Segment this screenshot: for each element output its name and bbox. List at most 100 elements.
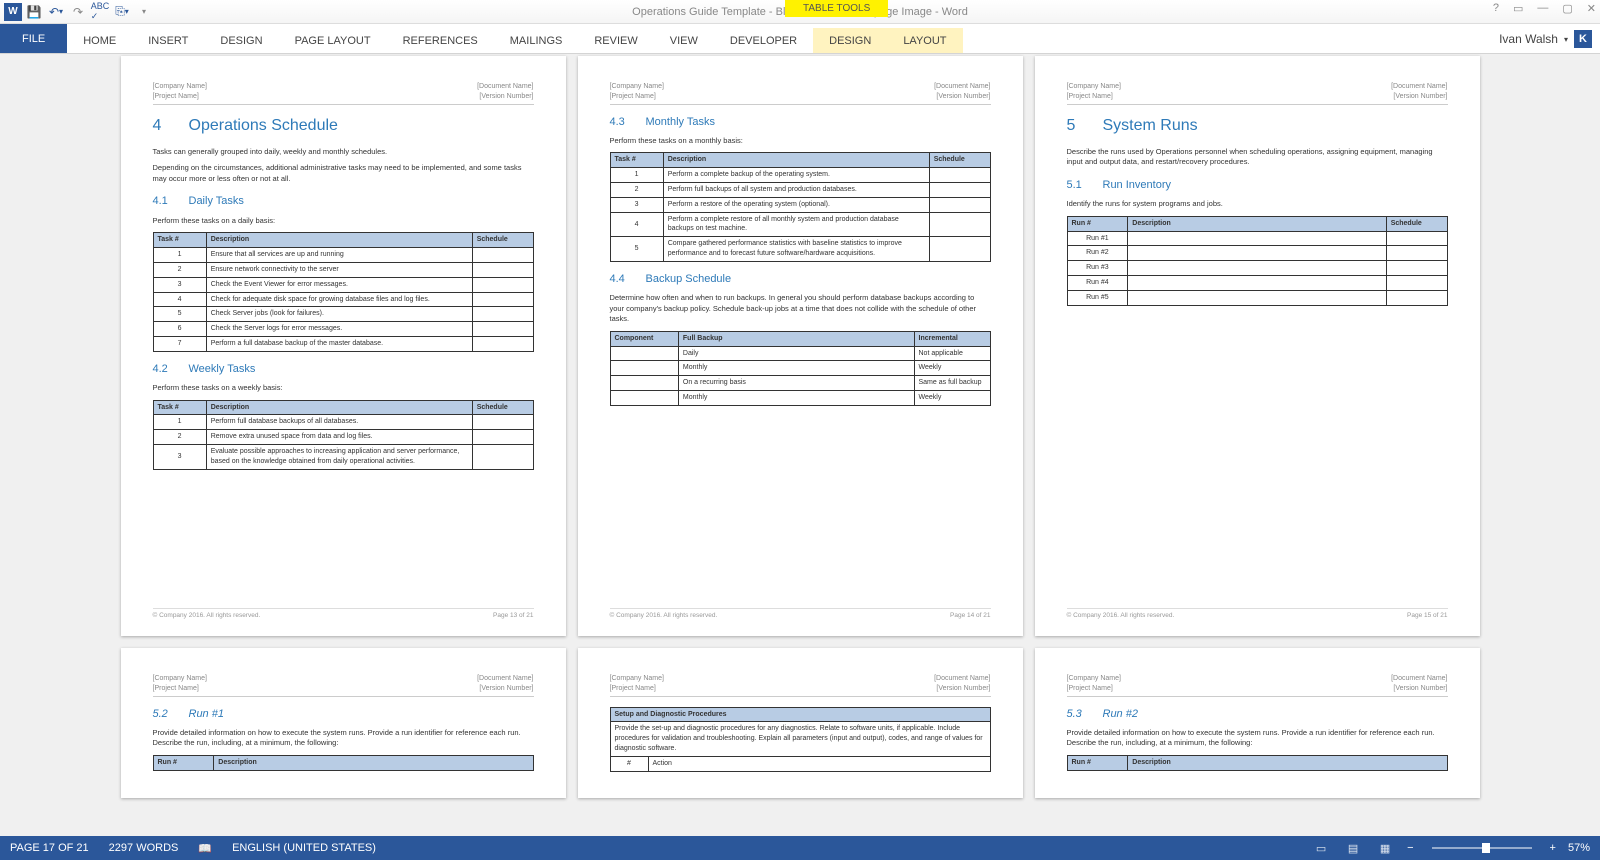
- monthly-tasks-table: Task #DescriptionSchedule 1Perform a com…: [610, 152, 991, 261]
- spellcheck-icon[interactable]: ABC✓: [90, 2, 110, 22]
- zoom-out-icon[interactable]: −: [1407, 842, 1413, 854]
- hdr-doc: [Document Name]: [1391, 83, 1447, 90]
- status-language[interactable]: ENGLISH (UNITED STATES): [232, 842, 376, 854]
- h2-text: Weekly Tasks: [189, 363, 256, 375]
- hdr-project: [Project Name]: [610, 685, 656, 692]
- td: Weekly: [914, 361, 990, 376]
- redo-icon[interactable]: ↷: [68, 2, 88, 22]
- para: Identify the runs for system programs an…: [1067, 199, 1448, 210]
- hdr-company: [Company Name]: [610, 83, 664, 90]
- tab-developer[interactable]: DEVELOPER: [714, 28, 813, 53]
- proofing-icon[interactable]: 📖: [198, 842, 212, 855]
- run2-table: Run #Description: [1067, 755, 1448, 771]
- user-avatar[interactable]: K: [1574, 30, 1592, 48]
- tab-pagelayout[interactable]: PAGE LAYOUT: [279, 28, 387, 53]
- td: Action: [648, 756, 990, 771]
- td: Perform full database backups of all dat…: [206, 415, 472, 430]
- qat-customize-icon[interactable]: ▾: [134, 2, 154, 22]
- td: Run #4: [1067, 276, 1128, 291]
- td: 4: [610, 212, 663, 237]
- read-mode-icon[interactable]: ▭: [1311, 840, 1331, 856]
- para: Perform these tasks on a weekly basis:: [153, 383, 534, 394]
- help-icon[interactable]: ?: [1493, 2, 1499, 15]
- td: 1: [153, 415, 206, 430]
- hdr-project: [Project Name]: [610, 93, 656, 100]
- para: Perform these tasks on a daily basis:: [153, 216, 534, 227]
- ftr-page: Page 15 of 21: [1407, 611, 1447, 620]
- td: 6: [153, 322, 206, 337]
- restore-icon[interactable]: ▢: [1562, 2, 1572, 15]
- tab-file[interactable]: FILE: [0, 24, 67, 53]
- undo-icon[interactable]: ↶: [46, 2, 66, 22]
- tab-table-layout[interactable]: LAYOUT: [887, 28, 962, 53]
- td: Monthly: [678, 390, 914, 405]
- th: Task #: [153, 400, 206, 415]
- th: Schedule: [1386, 216, 1447, 231]
- ftr-copy: © Company 2016. All rights reserved.: [153, 611, 261, 620]
- print-layout-icon[interactable]: ▤: [1343, 840, 1363, 856]
- document-canvas[interactable]: [Company Name] [Project Name] [Document N…: [0, 54, 1600, 836]
- status-page[interactable]: PAGE 17 OF 21: [10, 842, 89, 854]
- run1-table: Run #Description: [153, 755, 534, 771]
- user-dropdown-icon[interactable]: ▾: [1564, 35, 1568, 44]
- tab-home[interactable]: HOME: [67, 28, 132, 53]
- tab-mailings[interactable]: MAILINGS: [494, 28, 579, 53]
- tab-design[interactable]: DESIGN: [204, 28, 278, 53]
- h2-text: Run #1: [189, 708, 224, 720]
- zoom-level[interactable]: 57%: [1568, 842, 1590, 854]
- td: Weekly: [914, 390, 990, 405]
- th: Task #: [610, 153, 663, 168]
- daily-tasks-table: Task #DescriptionSchedule 1Ensure that a…: [153, 232, 534, 351]
- status-words[interactable]: 2297 WORDS: [109, 842, 179, 854]
- hdr-ver: [Version Number]: [479, 685, 533, 692]
- web-layout-icon[interactable]: ▦: [1375, 840, 1395, 856]
- ribbon-display-icon[interactable]: ▭: [1513, 2, 1523, 15]
- hdr-company: [Company Name]: [1067, 83, 1121, 90]
- qat-option-icon[interactable]: ⎘: [112, 2, 132, 22]
- h2-num: 5.1: [1067, 178, 1103, 193]
- th: Schedule: [472, 233, 533, 248]
- hdr-ver: [Version Number]: [1393, 93, 1447, 100]
- td: 2: [610, 183, 663, 198]
- tab-references[interactable]: REFERENCES: [387, 28, 494, 53]
- hdr-company: [Company Name]: [1067, 675, 1121, 682]
- hdr-ver: [Version Number]: [479, 93, 533, 100]
- h2-text: Run #2: [1103, 708, 1138, 720]
- th: Run #: [1067, 216, 1128, 231]
- td: Perform a restore of the operating syste…: [663, 197, 929, 212]
- minimize-icon[interactable]: —: [1537, 2, 1548, 15]
- hdr-doc: [Document Name]: [934, 83, 990, 90]
- contextual-tab-label: TABLE TOOLS: [785, 0, 888, 17]
- td: On a recurring basis: [678, 376, 914, 391]
- tab-review[interactable]: REVIEW: [578, 28, 653, 53]
- status-bar: PAGE 17 OF 21 2297 WORDS 📖 ENGLISH (UNIT…: [0, 836, 1600, 860]
- user-name[interactable]: Ivan Walsh: [1499, 32, 1558, 46]
- td: Check the Event Viewer for error message…: [206, 277, 472, 292]
- h2-text: Daily Tasks: [189, 195, 244, 207]
- h1-text: Operations Schedule: [189, 117, 338, 134]
- tab-table-design[interactable]: DESIGN: [813, 28, 887, 53]
- hdr-doc: [Document Name]: [934, 675, 990, 682]
- th: Component: [610, 331, 678, 346]
- h2-num: 4.3: [610, 115, 646, 130]
- tab-insert[interactable]: INSERT: [132, 28, 204, 53]
- th: Task #: [153, 233, 206, 248]
- h2-num: 4.1: [153, 194, 189, 209]
- zoom-in-icon[interactable]: +: [1550, 842, 1556, 854]
- close-icon[interactable]: ✕: [1587, 2, 1596, 15]
- th: Run #: [153, 755, 214, 770]
- diagnostic-table: Setup and Diagnostic Procedures Provide …: [610, 707, 991, 772]
- backup-schedule-table: ComponentFull BackupIncremental DailyNot…: [610, 331, 991, 406]
- page-16: [Company Name][Project Name] [Document N…: [121, 648, 566, 798]
- save-icon[interactable]: 💾: [24, 2, 44, 22]
- td: Remove extra unused space from data and …: [206, 430, 472, 445]
- tab-view[interactable]: VIEW: [654, 28, 714, 53]
- page-18: [Company Name][Project Name] [Document N…: [1035, 648, 1480, 798]
- h2-text: Backup Schedule: [646, 273, 732, 285]
- hdr-company: [Company Name]: [610, 675, 664, 682]
- para: Perform these tasks on a monthly basis:: [610, 136, 991, 147]
- td: Perform a complete backup of the operati…: [663, 168, 929, 183]
- page-15: [Company Name][Project Name] [Document N…: [1035, 56, 1480, 636]
- zoom-slider[interactable]: [1432, 847, 1532, 849]
- td: Run #3: [1067, 261, 1128, 276]
